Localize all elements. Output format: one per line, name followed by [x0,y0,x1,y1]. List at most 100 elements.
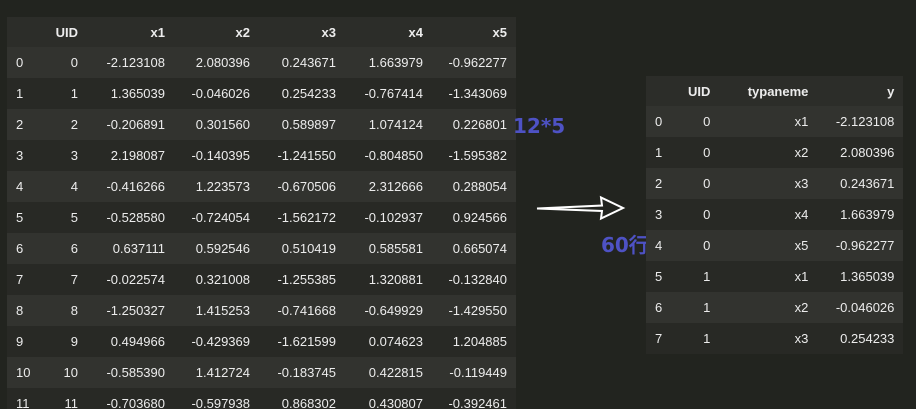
table-cell: 10 [63,365,78,380]
table-cell: 0.637111 [112,241,165,256]
table-cell: -0.962277 [835,238,895,253]
table-cell: -1.343069 [448,86,507,101]
table-cell: -2.123108 [835,114,895,129]
table-cell: 1.320881 [368,272,423,287]
table-cell: -0.597938 [191,396,250,409]
table-row: 3 3 2.198087 -0.140395 -1.241550 -0.804850 -1.… [7,140,516,171]
row-index: 1 [655,145,663,160]
header-row: UID typaneme y [646,76,904,106]
table-row: 2 2 -0.206891 0.301560 0.589897 1.074124 0.226… [7,109,516,140]
table-cell: 2.080396 [195,55,250,70]
table-cell: -0.703680 [106,396,165,409]
index-header [646,76,679,106]
table-row: 0 0 x1 -2.123108 [646,106,904,137]
table-cell: -0.528580 [106,210,165,225]
table-cell: -0.585390 [106,365,165,380]
row-index: 6 [655,300,663,315]
table-cell: 5 [70,210,78,225]
table-cell: 6 [70,241,78,256]
table-cell: -1.250327 [106,303,165,318]
table-cell: -0.649929 [364,303,423,318]
column-header: x5 [492,24,507,40]
row-index: 10 [16,365,31,380]
table-cell: 1 [703,300,711,315]
wide-table-body: 0 0 -2.123108 2.080396 0.243671 1.663979 -0.96… [7,47,516,409]
column-header: y [887,83,895,99]
shape-annotation: 12*5 [513,114,566,138]
table-row: 0 0 -2.123108 2.080396 0.243671 1.663979 -0.96… [7,47,516,78]
table-cell: 0.589897 [281,117,336,132]
table-cell: 1.223573 [195,179,250,194]
row-index: 5 [655,269,663,284]
table-cell: 1.412724 [195,365,250,380]
table-cell: 0.494966 [110,334,165,349]
table-cell: 1 [703,269,711,284]
table-cell: 9 [70,334,78,349]
table-cell: 0 [703,207,711,222]
row-index: 4 [655,238,663,253]
table-cell: 0.074623 [368,334,423,349]
table-cell: 1.204885 [452,334,507,349]
table-cell: -0.724054 [191,210,250,225]
table-row: 8 8 -1.250327 1.415253 -0.741668 -0.649929 -1.… [7,295,516,326]
rows-annotation: 60行 [601,233,649,257]
table-cell: 8 [70,303,78,318]
table-row: 5 1 x1 1.365039 [646,261,904,292]
table-cell: -0.804850 [364,148,423,163]
table-cell: x4 [794,207,809,222]
table-cell: 0.226801 [452,117,507,132]
table-cell: x1 [794,114,809,129]
column-header: typaneme [747,83,809,99]
row-index: 3 [655,207,663,222]
row-index: 1 [16,86,24,101]
table-row: 4 0 x5 -0.962277 [646,230,904,261]
table-cell: x3 [794,176,809,191]
table-cell: -1.562172 [277,210,336,225]
table-cell: 0.301560 [195,117,250,132]
table-cell: 0.868302 [281,396,336,409]
table-cell: 1.365039 [840,269,895,284]
table-cell: -0.206891 [106,117,165,132]
row-index: 0 [16,55,24,70]
table-cell: -0.119449 [449,365,507,380]
table-cell: 0.430807 [368,396,423,409]
table-cell: -1.621599 [277,334,336,349]
table-cell: 0.924566 [452,210,507,225]
table-cell: 0.243671 [281,55,336,70]
table-cell: -2.123108 [106,55,165,70]
table-cell: 7 [70,272,78,287]
table-cell: x2 [794,145,809,160]
table-row: 10 10 -0.585390 1.412724 -0.183745 0.422815 -0… [7,357,516,388]
table-cell: 1.663979 [840,207,895,222]
table-row: 11 11 -0.703680 -0.597938 0.868302 0.430807 -0… [7,388,516,409]
table-cell: -1.595382 [448,148,507,163]
column-header: x1 [150,24,165,40]
table-cell: -1.429550 [448,303,507,318]
row-index: 4 [16,179,24,194]
table-row: 7 1 x3 0.254233 [646,323,904,354]
long-table-body: 0 0 x1 -2.123108 1 0 x2 2.080396 2 0 x3 0.243671 3 0 x… [646,106,904,354]
row-index: 0 [655,114,663,129]
table-cell: -1.255385 [277,272,336,287]
row-index: 11 [16,396,30,409]
table-cell: 1.415253 [195,303,250,318]
long-dataframe-table: UID typaneme y 0 0 x1 -2.123108 1 0 x2 2.080396 2 0… [646,76,904,354]
table-cell: 0.510419 [281,241,336,256]
table-cell: -0.102937 [364,210,423,225]
table-cell: 11 [64,396,79,409]
table-cell: -0.046026 [191,86,250,101]
table-cell: 0.592546 [195,241,250,256]
header-row: UID x1 x2 x3 x4 x5 [7,17,516,47]
table-cell: 0 [703,176,711,191]
table-row: 9 9 0.494966 -0.429369 -1.621599 0.074623 1.20… [7,326,516,357]
table-row: 6 1 x2 -0.046026 [646,292,904,323]
wide-dataframe-table: UID x1 x2 x3 x4 x5 0 0 -2.123108 2.080396 0.24367… [7,17,516,409]
table-cell: 2.312666 [368,179,423,194]
table-cell: -0.962277 [448,55,507,70]
table-cell: x5 [794,238,809,253]
table-cell: 0 [703,238,711,253]
table-cell: 0.585581 [368,241,423,256]
table-row: 4 4 -0.416266 1.223573 -0.670506 2.312666 0.28… [7,171,516,202]
table-cell: 0.288054 [452,179,507,194]
row-index: 8 [16,303,24,318]
